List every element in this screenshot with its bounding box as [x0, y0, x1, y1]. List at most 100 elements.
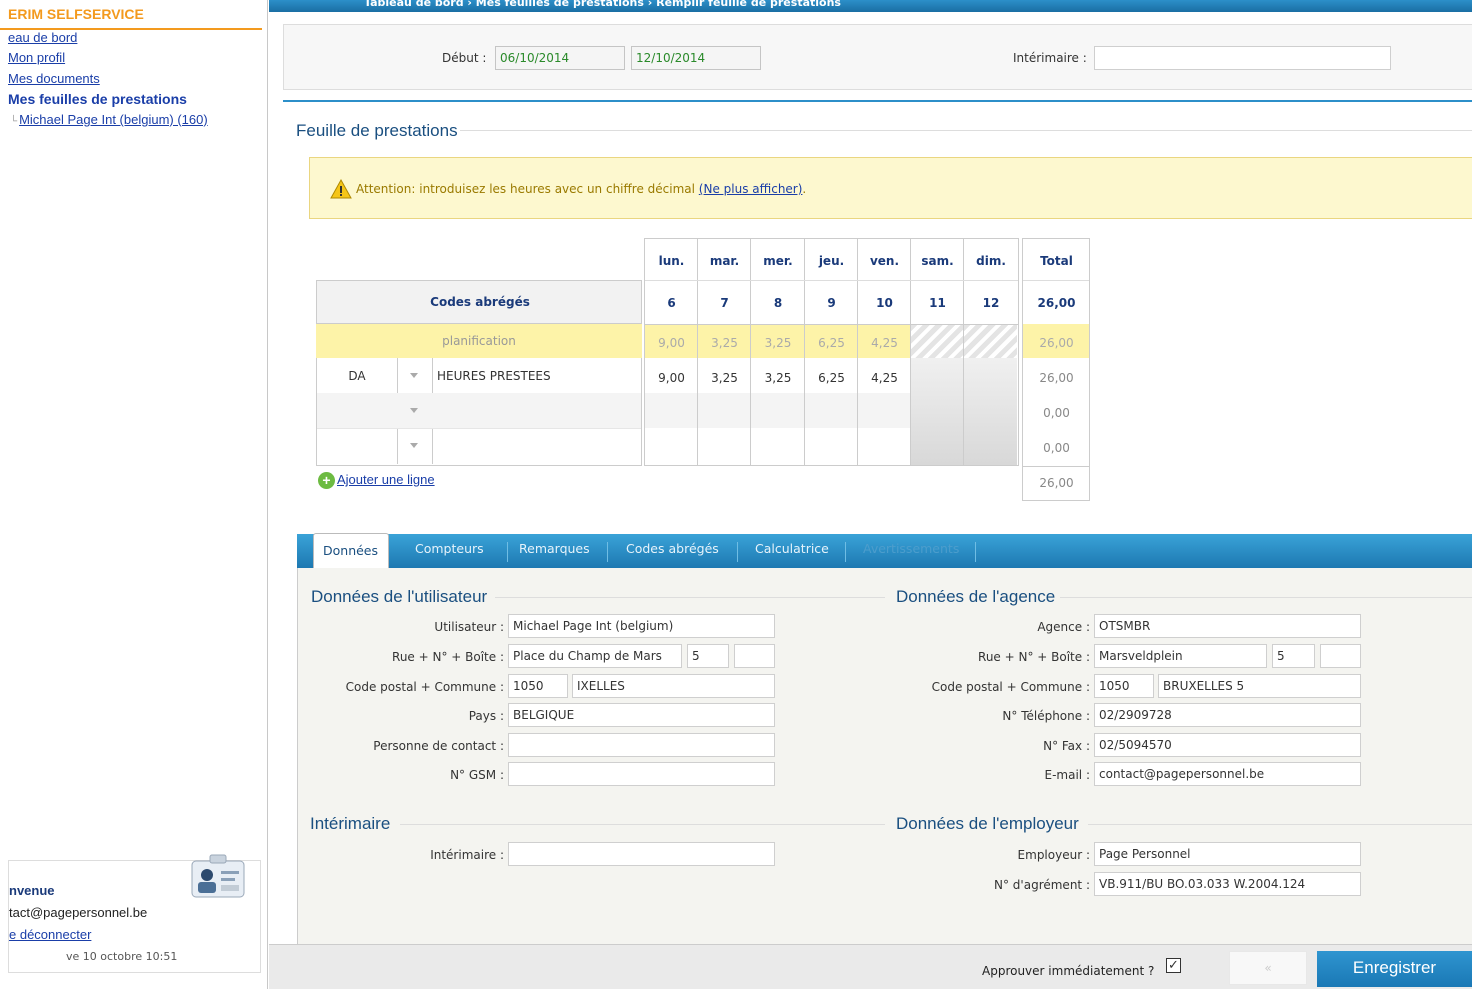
- sidebar-item-documents[interactable]: Mes documents: [8, 71, 100, 86]
- agrement-field[interactable]: VB.911/BU BO.03.033 W.2004.124: [1094, 872, 1361, 896]
- agence-field[interactable]: OTSMBR: [1094, 614, 1361, 638]
- hour-value[interactable]: 4,25: [858, 371, 911, 385]
- day-date-4: 10: [876, 296, 893, 310]
- sidebar-item-profile[interactable]: Mon profil: [8, 50, 65, 65]
- agency-data-title: Données de l'agence: [896, 587, 1056, 606]
- tab-donnees[interactable]: Données: [313, 533, 389, 569]
- interimaire-field[interactable]: [508, 842, 775, 866]
- welcome-title: nvenue: [9, 883, 55, 898]
- warning-end: .: [802, 182, 807, 196]
- date-from-field[interactable]: 06/10/2014: [495, 46, 625, 70]
- logout-link[interactable]: e déconnecter: [9, 927, 91, 942]
- row-total: 26,00: [1039, 371, 1074, 385]
- hour-input-cell[interactable]: [645, 393, 697, 428]
- sidebar-item-timesheets[interactable]: Mes feuilles de prestations: [8, 91, 187, 107]
- fax-label: N° Fax :: [1043, 739, 1090, 753]
- hour-input-cell[interactable]: [858, 393, 910, 428]
- utilisateur-field[interactable]: Michael Page Int (belgium): [508, 614, 775, 638]
- pays-field[interactable]: BELGIQUE: [508, 703, 775, 727]
- contact-field[interactable]: [508, 733, 775, 757]
- app-brand: ERIM SELFSERVICE: [8, 6, 144, 22]
- agency-cp-label: Code postal + Commune :: [931, 680, 1090, 694]
- user-rue-field[interactable]: Place du Champ de Mars: [508, 644, 682, 668]
- agency-numero-field[interactable]: 5: [1272, 644, 1315, 668]
- user-email: tact@pagepersonnel.be: [9, 905, 148, 920]
- planning-hatch-cell: [964, 324, 1017, 358]
- hide-warning-link[interactable]: (Ne plus afficher): [699, 182, 803, 196]
- user-boite-field[interactable]: [734, 644, 775, 668]
- agency-cp-field[interactable]: 1050: [1094, 674, 1154, 698]
- hour-input-cell[interactable]: [858, 428, 910, 463]
- interimaire-label: Intérimaire :: [430, 848, 504, 862]
- tab-divider: [607, 542, 608, 562]
- day-date-1: 7: [720, 296, 729, 310]
- tab-compteurs[interactable]: Compteurs: [415, 541, 484, 556]
- tab-divider: [507, 542, 508, 562]
- contact-label: Personne de contact :: [373, 739, 504, 753]
- breadcrumb[interactable]: Tableau de bord › Mes feuilles de presta…: [364, 0, 841, 9]
- add-line-label: Ajouter une ligne: [337, 472, 435, 487]
- hour-value[interactable]: 9,00: [645, 371, 698, 385]
- user-data-title: Données de l'utilisateur: [311, 587, 488, 606]
- approve-checkbox[interactable]: ✓: [1166, 958, 1181, 973]
- date-to-field[interactable]: 12/10/2014: [631, 46, 761, 70]
- hour-input-cell[interactable]: [698, 393, 750, 428]
- day-name-0: lun.: [658, 254, 685, 268]
- section-divider: [283, 100, 1472, 102]
- agency-commune-field[interactable]: BRUXELLES 5: [1158, 674, 1361, 698]
- hour-input-cell[interactable]: [751, 393, 804, 428]
- interimaire-section-title: Intérimaire: [310, 814, 391, 833]
- interimaire-filter-field[interactable]: [1094, 46, 1391, 70]
- hour-input-cell[interactable]: [698, 428, 750, 463]
- pays-label: Pays :: [468, 709, 504, 723]
- hour-input-cell[interactable]: [751, 428, 804, 463]
- tab-calculatrice[interactable]: Calculatrice: [755, 541, 829, 556]
- gsm-field[interactable]: [508, 762, 775, 786]
- tree-item-client[interactable]: Michael Page Int (belgium) (160): [19, 112, 208, 127]
- row-label: HEURES PRESTEES: [437, 369, 551, 383]
- hour-value[interactable]: 6,25: [805, 371, 858, 385]
- planning-value: 4,25: [871, 336, 898, 350]
- debut-label: Début :: [442, 51, 487, 65]
- top-bar: Tableau de bord › Mes feuilles de presta…: [269, 0, 1472, 12]
- tab-codes-abreges[interactable]: Codes abrégés: [626, 541, 719, 556]
- planning-label: planification: [442, 334, 516, 348]
- planning-value: 3,25: [764, 336, 792, 350]
- code-dropdown-icon[interactable]: [410, 373, 418, 378]
- hour-input-cell[interactable]: [805, 428, 857, 463]
- hour-value[interactable]: 3,25: [698, 371, 751, 385]
- agency-rue-field[interactable]: Marsveldplein: [1094, 644, 1267, 668]
- employeur-field[interactable]: Page Personnel: [1094, 842, 1361, 866]
- save-button[interactable]: Enregistrer: [1317, 951, 1472, 987]
- day-name-1: mar.: [709, 254, 740, 268]
- warning-banner: Attention: introduisez les heures avec u…: [309, 157, 1472, 219]
- hour-input-cell[interactable]: [805, 393, 857, 428]
- row-code: DA: [348, 369, 366, 383]
- email-field[interactable]: contact@pagepersonnel.be: [1094, 762, 1361, 786]
- day-name-6: dim.: [976, 254, 1006, 268]
- tab-bar: Compteurs Remarques Codes abrégés Calcul…: [297, 534, 1472, 568]
- fax-field[interactable]: 02/5094570: [1094, 733, 1361, 757]
- agency-boite-field[interactable]: [1320, 644, 1361, 668]
- weekend-cell: [911, 358, 963, 465]
- previous-button[interactable]: «: [1229, 951, 1307, 985]
- tel-field[interactable]: 02/2909728: [1094, 703, 1361, 727]
- user-commune-field[interactable]: IXELLES: [572, 674, 775, 698]
- agrement-label: N° d'agrément :: [994, 878, 1090, 892]
- code-dropdown-icon[interactable]: [410, 408, 418, 413]
- code-dropdown-icon[interactable]: [410, 443, 418, 448]
- user-rue-label: Rue + N° + Boîte :: [392, 650, 504, 664]
- user-cp-field[interactable]: 1050: [508, 674, 568, 698]
- hour-input-cell[interactable]: [645, 428, 697, 463]
- tab-remarques[interactable]: Remarques: [519, 541, 590, 556]
- sidebar-item-dashboard[interactable]: eau de bord: [8, 30, 77, 45]
- codes-header-label: Codes abrégés: [430, 295, 530, 309]
- add-line-link[interactable]: + Ajouter une ligne: [318, 472, 435, 490]
- current-date: ve 10 octobre 10:51: [66, 950, 178, 963]
- codes-rows: DA HEURES PRESTEES: [316, 358, 642, 466]
- header-rule: [645, 324, 1018, 325]
- planning-row-codes: planification: [316, 324, 642, 358]
- plus-icon: +: [318, 472, 335, 490]
- user-numero-field[interactable]: 5: [687, 644, 729, 668]
- hour-value[interactable]: 3,25: [751, 371, 805, 385]
